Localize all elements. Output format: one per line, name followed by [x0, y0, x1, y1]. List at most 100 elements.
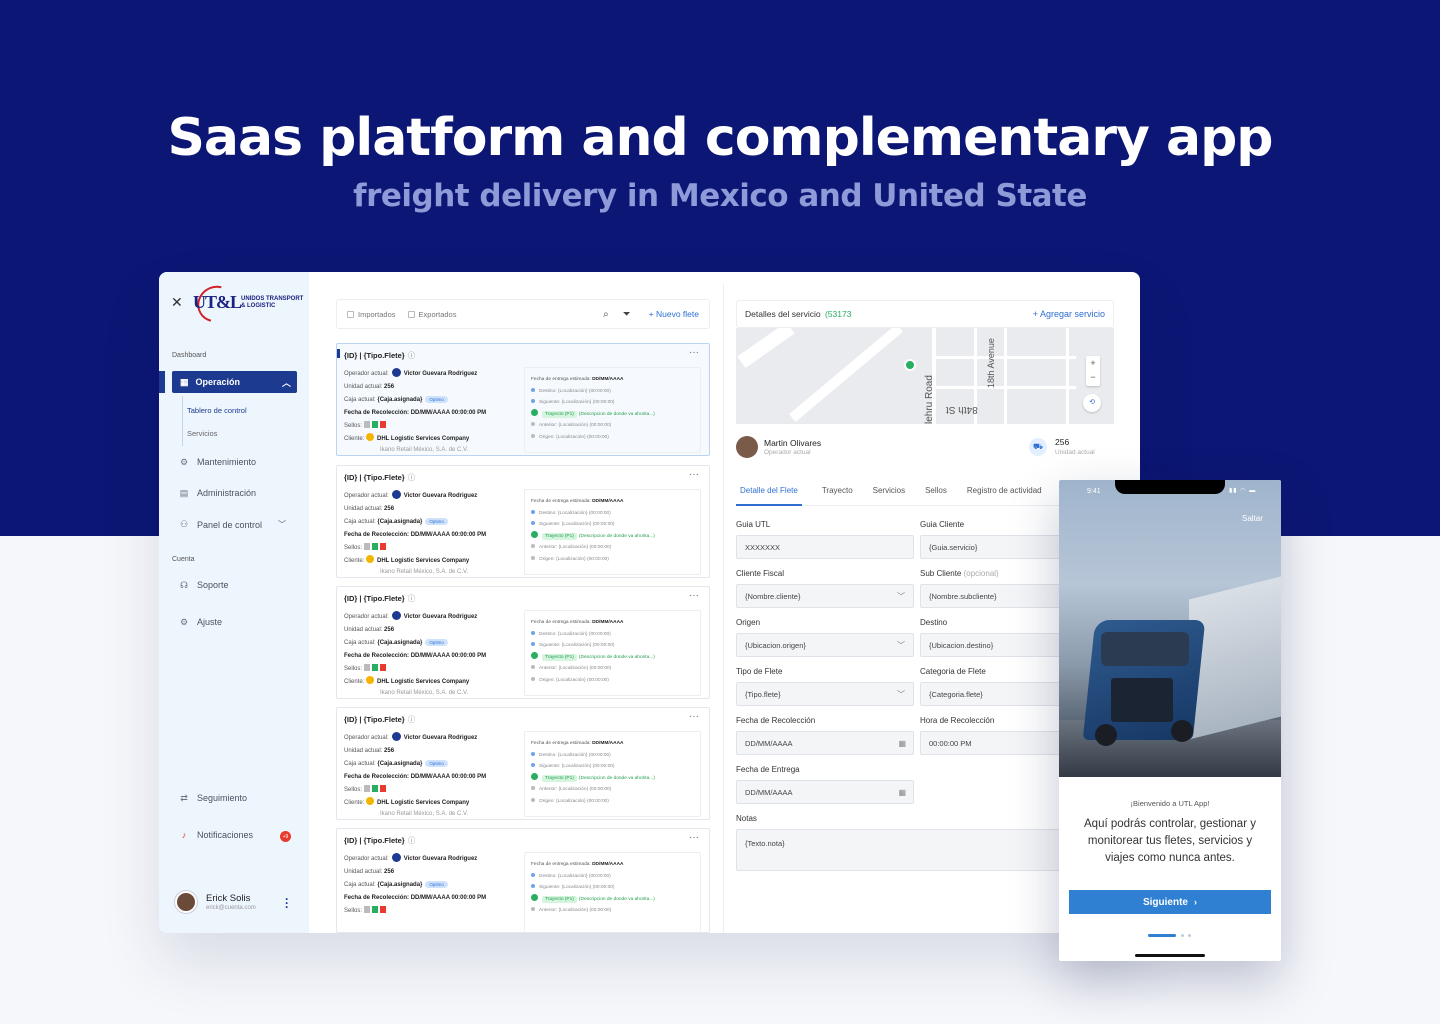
- location-pin-icon[interactable]: [904, 359, 916, 371]
- chevron-down-icon: ﹀: [278, 520, 287, 529]
- freight-card[interactable]: {ID} | {Tipo.Flete} ⓘ ··· Operador actual: V…: [336, 707, 710, 820]
- page-dot: [1188, 934, 1191, 937]
- info-icon[interactable]: ⓘ: [408, 473, 416, 482]
- freight-card-route: Fecha de entrega estimada: DD/MM/AAAA Des…: [524, 852, 701, 933]
- info-icon[interactable]: ⓘ: [408, 836, 416, 845]
- truck-status-icon: [531, 893, 538, 901]
- sidebar-sub-item-servicios[interactable]: Servicios: [187, 429, 217, 438]
- search-icon[interactable]: ⌕: [603, 309, 609, 320]
- section-label-dashboard: Dashboard: [172, 352, 207, 359]
- truck-windshield: [1101, 632, 1189, 666]
- tab-detalle-flete[interactable]: Detalle del Flete: [736, 482, 802, 506]
- route-dot: [531, 751, 535, 756]
- saas-app-window: ✕ UT&L UNIDOS TRANSPORT & LOGISTIC Dashb…: [159, 272, 1140, 933]
- route-dot: [531, 399, 535, 403]
- welcome-text: ¡Bienvenido a UTL App!: [1130, 799, 1210, 808]
- more-options-icon[interactable]: ···: [689, 711, 699, 722]
- zoom-in-icon[interactable]: +: [1086, 356, 1100, 370]
- more-options-icon[interactable]: ···: [689, 347, 699, 358]
- seal-icon: [380, 664, 387, 671]
- new-freight-button[interactable]: + Nuevo flete: [649, 309, 699, 319]
- map-zoom-control[interactable]: + −: [1086, 356, 1100, 386]
- sidebar-item-operacion[interactable]: ▦ Operación ︿: [172, 371, 297, 393]
- sidebar-item-seguimiento[interactable]: ⇄ Seguimiento: [179, 793, 247, 804]
- user-profile[interactable]: Erick Solis erick@cuenta.com: [175, 891, 256, 913]
- route-dot: [531, 907, 535, 911]
- status-badge: Optimo: [425, 639, 448, 646]
- filter-exported[interactable]: Exportados: [407, 310, 456, 319]
- route-dot: [531, 509, 535, 514]
- freight-card[interactable]: {ID} | {Tipo.Flete} ⓘ ··· Operador actual: V…: [336, 828, 710, 933]
- driver-role: Operador actual: [764, 449, 811, 456]
- guia-utl-label: Guia UTL: [736, 520, 771, 529]
- avatar: [175, 891, 197, 913]
- chevron-down-icon: ﹀: [897, 640, 905, 650]
- sidebar-item-ajuste[interactable]: ⚙ Ajuste: [179, 617, 222, 628]
- add-service-button[interactable]: + Agregar servicio: [1033, 309, 1105, 319]
- info-icon[interactable]: ⓘ: [408, 594, 416, 603]
- sub-cliente-label: Sub Cliente (opcional): [920, 569, 999, 578]
- tab-trayecto[interactable]: Trayecto: [822, 482, 853, 506]
- sidebar-sub-item-tablero[interactable]: Tablero de control: [187, 406, 247, 415]
- more-options-icon[interactable]: ···: [285, 893, 289, 913]
- freight-card[interactable]: {ID} | {Tipo.Flete} ⓘ ··· Operador actual: V…: [336, 586, 710, 699]
- bell-icon: ♪: [181, 830, 187, 840]
- seal-icon: [380, 421, 387, 428]
- categoria-flete-label: Categoria de Flete: [920, 667, 986, 676]
- calendar-icon[interactable]: ▦: [898, 788, 906, 797]
- client-logo-icon: [366, 433, 375, 441]
- filter-imported[interactable]: Importados: [347, 310, 396, 319]
- seal-icon: [364, 906, 371, 913]
- recenter-icon[interactable]: ⟲: [1083, 394, 1101, 412]
- freight-card[interactable]: {ID} | {Tipo.Flete} ⓘ ··· Operador actual: V…: [336, 465, 710, 578]
- next-button[interactable]: Siguiente ›: [1069, 890, 1271, 914]
- operator-avatar: [391, 732, 401, 741]
- tab-sellos[interactable]: Sellos: [925, 482, 947, 506]
- filter-icon[interactable]: ⏷: [623, 309, 631, 320]
- tipo-flete-select[interactable]: {Tipo.flete} ﹀: [736, 682, 914, 706]
- sidebar-item-mantenimiento[interactable]: ⚙ Mantenimiento: [179, 457, 256, 468]
- seal-icon: [372, 543, 379, 550]
- route-dot: [531, 763, 535, 767]
- map-road: [737, 328, 795, 368]
- sidebar-item-notificaciones[interactable]: ♪ Notificaciones: [179, 830, 253, 840]
- client-logo-icon: [366, 797, 375, 805]
- origen-select[interactable]: {Ubicacion.origen} ﹀: [736, 633, 914, 657]
- close-icon[interactable]: ✕: [171, 294, 183, 311]
- tab-servicios[interactable]: Servicios: [873, 482, 905, 506]
- status-badge: Optimo: [425, 396, 448, 403]
- more-options-icon[interactable]: ···: [689, 832, 699, 843]
- fecha-recoleccion-label: Fecha de Recolección: [736, 716, 816, 725]
- seal-icon: [372, 785, 379, 792]
- freight-card-route: Fecha de entrega estimada: DD/MM/AAAA Des…: [524, 367, 701, 453]
- company-logo: UT&L UNIDOS TRANSPORT & LOGISTIC: [190, 278, 305, 330]
- operator-avatar: [391, 368, 401, 377]
- truck-trailer: [1189, 576, 1281, 740]
- seal-icon: [372, 906, 379, 913]
- freight-card[interactable]: {ID} | {Tipo.Flete} ⓘ ··· Operador actual: V…: [336, 343, 710, 456]
- selected-indicator: [337, 349, 340, 358]
- sidebar-item-soporte[interactable]: ☊ Soporte: [179, 580, 229, 591]
- freight-card-header: {ID} | {Tipo.Flete} ⓘ: [344, 351, 416, 360]
- info-icon[interactable]: ⓘ: [408, 715, 416, 724]
- skip-button[interactable]: Saltar: [1242, 514, 1263, 523]
- tab-registro-actividad[interactable]: Registro de actividad: [967, 482, 1042, 506]
- zoom-out-icon[interactable]: −: [1086, 370, 1100, 384]
- calendar-icon[interactable]: ▦: [898, 739, 906, 748]
- operator-avatar: [391, 611, 401, 620]
- more-options-icon[interactable]: ···: [689, 590, 699, 601]
- unit-label: Unidad actual: [1055, 449, 1095, 456]
- sidebar-item-administracion[interactable]: ▤ Administración: [179, 488, 256, 499]
- more-options-icon[interactable]: ···: [689, 469, 699, 480]
- section-label-cuenta: Cuenta: [172, 556, 195, 563]
- fecha-entrega-input[interactable]: DD/MM/AAAA ▦: [736, 780, 914, 804]
- route-dot: [531, 521, 535, 525]
- cliente-fiscal-select[interactable]: {Nombre.cliente} ﹀: [736, 584, 914, 608]
- unit-number: 256: [1055, 437, 1070, 447]
- driver-avatar: [736, 436, 758, 458]
- route-map[interactable]: 18th Avenue lehru Road 84th St + − ⟲: [736, 328, 1114, 424]
- fecha-recoleccion-input[interactable]: DD/MM/AAAA ▦: [736, 731, 914, 755]
- guia-utl-input[interactable]: XXXXXXX: [736, 535, 914, 559]
- info-icon[interactable]: ⓘ: [408, 351, 416, 360]
- sidebar-item-panel-control[interactable]: ⚇ Panel de control ﹀: [179, 519, 286, 530]
